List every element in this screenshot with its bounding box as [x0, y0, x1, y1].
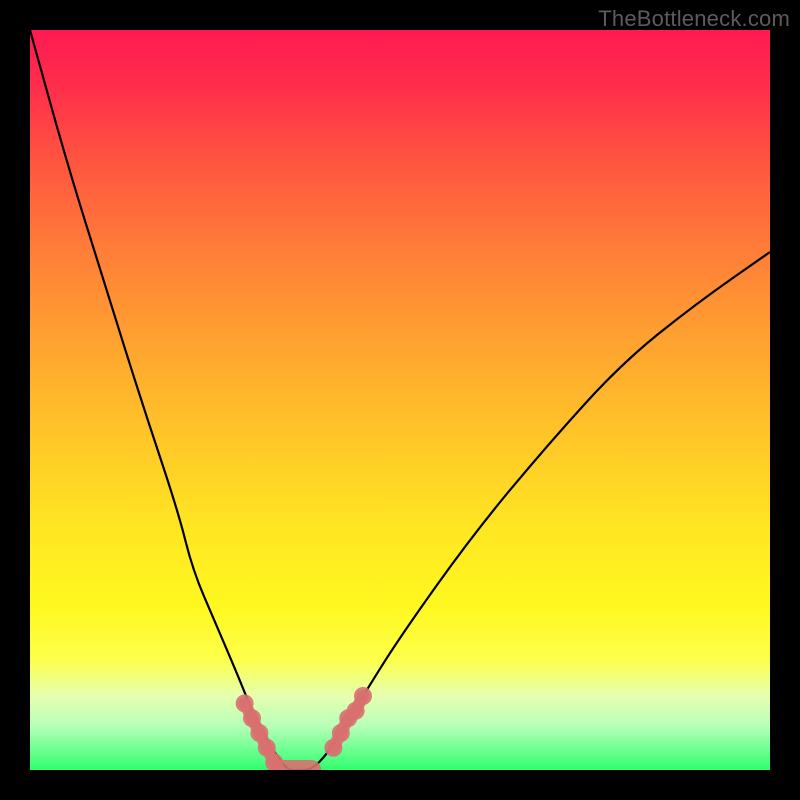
- chart-frame: TheBottleneck.com: [0, 0, 800, 800]
- watermark-text: TheBottleneck.com: [598, 6, 790, 32]
- plot-area: [30, 30, 770, 770]
- curve-svg: [30, 30, 770, 770]
